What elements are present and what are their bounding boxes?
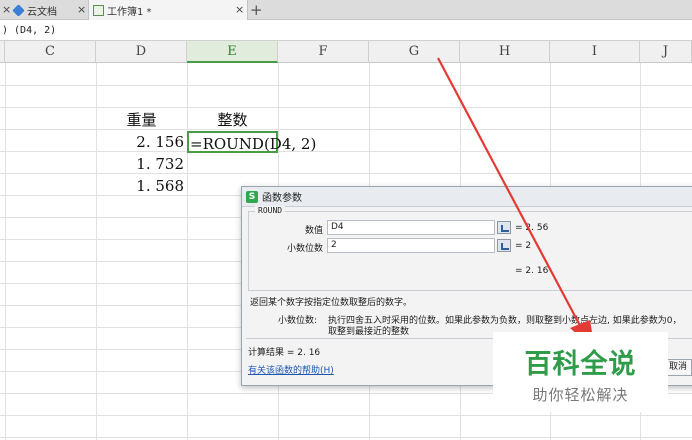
watermark-logo: 百科全说 助你轻松解决 [493, 332, 668, 412]
function-description: 返回某个数字按指定位数取整后的数字。 [250, 298, 413, 308]
arg-input-digits[interactable]: 2 [327, 238, 495, 253]
cancel-button[interactable]: 取消 [664, 359, 692, 376]
dialog-title-bar[interactable]: S 函数参数 [242, 187, 692, 207]
formula-bar[interactable]: ) (D4, 2) [0, 21, 692, 41]
column-header-h[interactable]: H [460, 41, 550, 63]
cell-d-header[interactable]: 重量 [96, 109, 187, 131]
wps-logo-icon: S [246, 190, 258, 203]
watermark-main-text: 百科全说 [524, 349, 637, 380]
column-header-e[interactable]: E [187, 41, 278, 63]
new-tab-button[interactable]: + [250, 0, 263, 20]
arg-label-digits: 小数位数 [286, 244, 323, 254]
cell-d7[interactable]: 1. 568 [96, 175, 187, 197]
tab-label: 云文档 [27, 6, 57, 18]
tab-workbook1[interactable]: 工作簿1 * [88, 0, 248, 20]
cell-e5-editing[interactable]: =ROUND(D4, 2) [187, 131, 316, 153]
column-header-d[interactable]: D [96, 41, 187, 63]
calculation-result: 计算结果 = 2. 16 [248, 348, 321, 358]
cell-d5[interactable]: 2. 156 [96, 131, 187, 153]
column-header-f[interactable]: F [278, 41, 369, 63]
dialog-title: 函数参数 [262, 193, 302, 204]
column-header-j[interactable]: J [640, 41, 692, 63]
column-headers: C D E F G H I J [0, 41, 692, 63]
column-header-g[interactable]: G [369, 41, 460, 63]
help-link[interactable]: 有关该函数的帮助(H) [248, 363, 334, 376]
tab-bar: × 云文档 × 工作簿1 * × + [0, 0, 692, 20]
cloud-icon [12, 3, 25, 17]
function-name: ROUND [255, 206, 286, 215]
arg-result-number: = 2. 56 [515, 223, 549, 233]
tab-label: 工作簿1 * [107, 6, 152, 18]
tab-close-icon[interactable]: × [2, 3, 11, 16]
arguments-group: ROUND 数值 D4 = 2. 56 小数位数 2 = 2 = 2. 16 [248, 206, 692, 291]
tab-close-icon[interactable]: × [77, 3, 86, 16]
arg-input-number[interactable]: D4 [327, 220, 495, 235]
range-select-icon[interactable] [497, 221, 511, 234]
param-description-line2: 取整到最接近的整数 [328, 327, 410, 337]
column-header-c[interactable]: C [5, 41, 96, 63]
tab-close-icon[interactable]: × [235, 3, 244, 16]
param-name: 小数位数: [278, 316, 318, 326]
range-select-icon[interactable] [497, 239, 511, 252]
tab-cloud-docs[interactable]: 云文档 [12, 0, 83, 20]
watermark-sub-text: 助你轻松解决 [532, 386, 629, 404]
arg-label-number: 数值 [304, 226, 323, 236]
cell-e-header[interactable]: 整数 [187, 109, 278, 131]
column-header-i[interactable]: I [550, 41, 640, 63]
spreadsheet-icon [93, 4, 104, 16]
cell-d6[interactable]: 1. 732 [96, 153, 187, 175]
formula-preview-result: = 2. 16 [515, 266, 549, 276]
arg-result-digits: = 2 [515, 241, 532, 251]
